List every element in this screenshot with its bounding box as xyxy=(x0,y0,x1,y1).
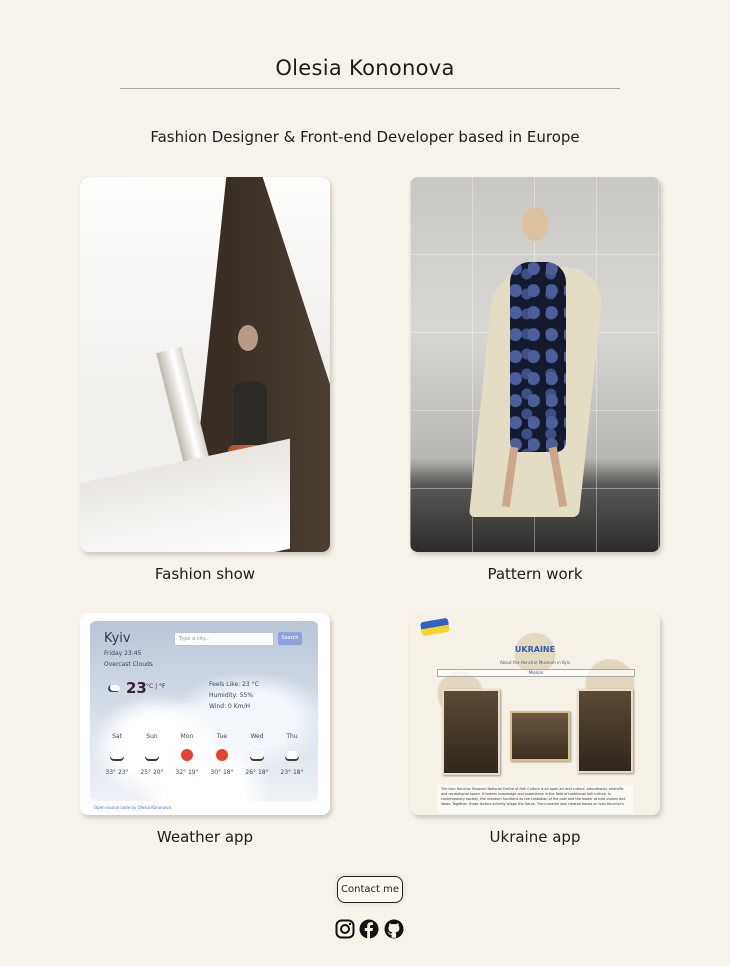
cloud-rain-icon xyxy=(110,751,124,759)
weather-app-screenshot[interactable]: Kyiv Type a city... Search Friday 23:45 … xyxy=(80,613,330,815)
cloud-rain-icon xyxy=(285,751,299,759)
weather-temperature: 23 xyxy=(126,679,147,697)
forecast-range: 32° 19° xyxy=(175,769,199,776)
instagram-icon[interactable] xyxy=(335,919,355,939)
forecast-range: 23° 18° xyxy=(280,769,304,776)
pattern-work-caption[interactable]: Pattern work xyxy=(410,565,660,583)
forecast-day: Mon xyxy=(180,733,194,740)
ukraine-title: UKRAINE xyxy=(514,645,556,654)
ukraine-photo xyxy=(442,689,500,775)
ukraine-app-screenshot[interactable]: UKRAINE About the Honchar Museum in Kyiv… xyxy=(410,613,660,815)
forecast-day: Wed xyxy=(250,733,264,740)
ukraine-flag-icon xyxy=(419,617,451,637)
forecast-range: 33° 23° xyxy=(105,769,129,776)
photo-wall-right xyxy=(259,177,330,417)
weather-date: Friday 23:45 xyxy=(104,650,142,657)
title-divider xyxy=(120,88,620,89)
ukraine-tab: Mission xyxy=(437,669,635,677)
weather-source-link: Open source code by Olesia Kononova xyxy=(94,805,171,810)
weather-cloud-icon xyxy=(108,685,120,692)
sun-icon xyxy=(181,749,193,761)
photo-model-head xyxy=(522,207,548,241)
tagline: Fashion Designer & Front-end Developer b… xyxy=(150,128,580,146)
github-icon[interactable] xyxy=(384,919,404,939)
weather-search-input: Type a city... xyxy=(174,632,274,646)
portfolio-page: Olesia Kononova Fashion Designer & Front… xyxy=(0,0,730,966)
facebook-icon[interactable] xyxy=(359,919,379,939)
fashion-show-caption[interactable]: Fashion show xyxy=(80,565,330,583)
photo-dress xyxy=(510,262,566,452)
forecast-range: 25° 20° xyxy=(140,769,164,776)
photo-model-head xyxy=(238,325,258,351)
ukraine-subtitle: About the Honchar Museum in Kyiv xyxy=(499,660,571,665)
weather-search-button: Search xyxy=(278,632,302,645)
pattern-work-image[interactable] xyxy=(410,177,660,552)
forecast-day: Sat xyxy=(112,733,122,740)
cloud-rain-icon xyxy=(145,751,159,759)
ukraine-body-text: The Ivan Honchar Museum National Centre … xyxy=(437,785,633,813)
ukraine-app-caption[interactable]: Ukraine app xyxy=(410,828,660,846)
forecast-range: 26° 18° xyxy=(245,769,269,776)
weather-feels-like: Feels Like: 23 °C xyxy=(209,681,259,688)
ukraine-photo xyxy=(577,689,633,773)
forecast-day: Sun xyxy=(146,733,158,740)
contact-button[interactable]: Contact me xyxy=(337,876,403,903)
weather-description: Overcast Clouds xyxy=(104,661,153,668)
weather-app-caption[interactable]: Weather app xyxy=(80,828,330,846)
sun-icon xyxy=(216,749,228,761)
forecast-day: Thu xyxy=(286,733,298,740)
weather-humidity: Humidity: 55% xyxy=(209,692,254,699)
social-icons xyxy=(335,919,405,941)
weather-wind: Wind: 0 Km/H xyxy=(209,703,251,710)
ukraine-photo xyxy=(510,711,570,761)
weather-units: °C | °F xyxy=(146,683,166,690)
weather-city: Kyiv xyxy=(104,631,131,646)
forecast-day: Tue xyxy=(216,733,228,740)
cloud-rain-icon xyxy=(250,751,264,759)
fashion-show-image[interactable] xyxy=(80,177,330,552)
site-title: Olesia Kononova xyxy=(275,56,455,80)
photo-model-top xyxy=(233,382,267,452)
forecast-range: 30° 18° xyxy=(210,769,234,776)
